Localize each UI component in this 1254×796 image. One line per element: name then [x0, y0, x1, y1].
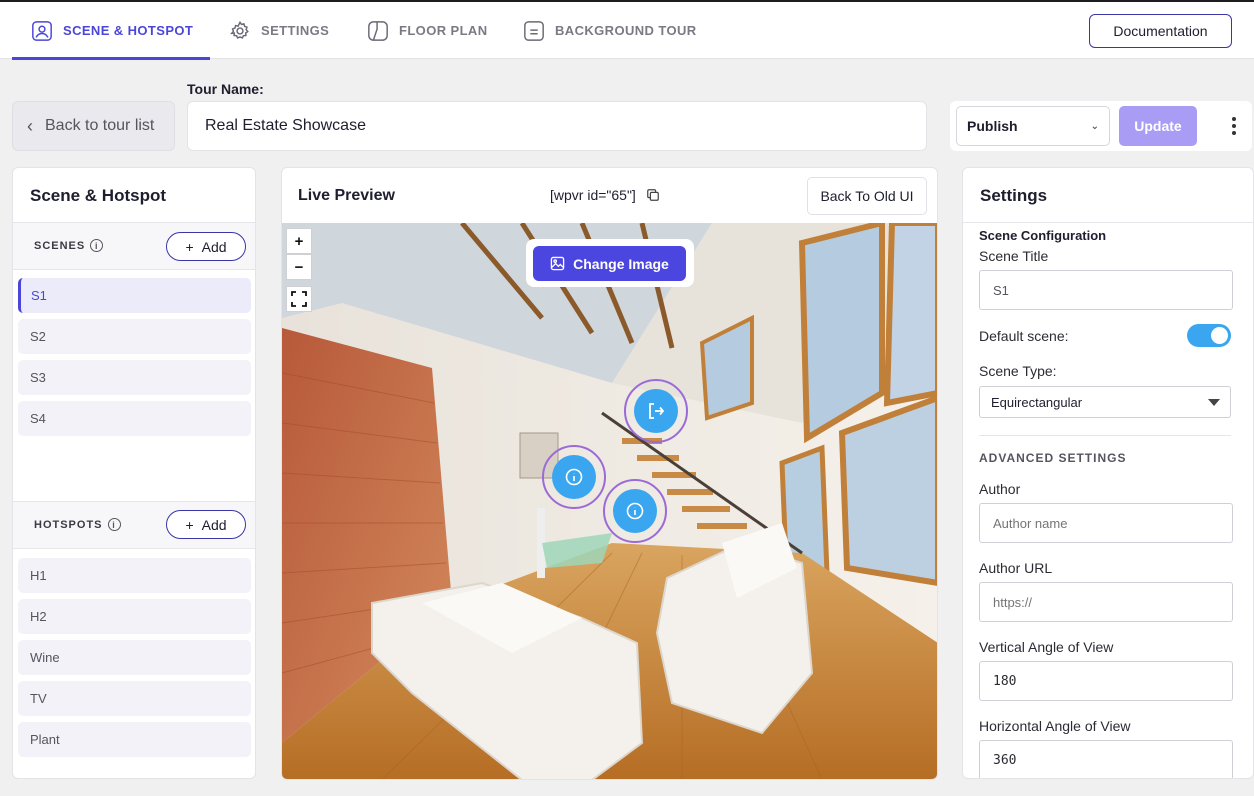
hotspot-item-plant[interactable]: Plant — [18, 722, 251, 757]
author-label: Author — [979, 481, 1021, 497]
scene-item-s1[interactable]: S1 — [18, 278, 251, 313]
more-options-icon[interactable] — [1226, 112, 1242, 140]
add-scene-button[interactable]: + Add — [166, 232, 246, 261]
advanced-settings-label: ADVANCED SETTINGS — [979, 451, 1127, 465]
chevron-left-icon: ‹ — [27, 115, 33, 136]
hotspots-label: HOTSPOTS i — [34, 518, 121, 531]
documentation-button[interactable]: Documentation — [1089, 14, 1232, 48]
divider — [963, 222, 1253, 223]
scene-type-select[interactable]: Equirectangular — [979, 386, 1231, 418]
publish-select[interactable]: Publish ⌄ — [956, 106, 1110, 146]
info-icon[interactable]: i — [107, 518, 121, 531]
tab-label: SCENE & HOTSPOT — [63, 23, 194, 38]
info-hotspot[interactable] — [542, 445, 606, 509]
tab-label: FLOOR PLAN — [399, 23, 488, 38]
change-image-button[interactable]: Change Image — [533, 246, 686, 281]
top-navigation: SCENE & HOTSPOT SETTINGS FLOOR PLAN BACK… — [0, 0, 1254, 60]
tab-label: BACKGROUND TOUR — [555, 23, 697, 38]
back-to-old-ui-button[interactable]: Back To Old UI — [807, 177, 927, 215]
divider — [13, 269, 255, 270]
scene-item-s4[interactable]: S4 — [18, 401, 251, 436]
scene-hotspot-panel: Scene & Hotspot SCENES i + Add S1 S2 S3 … — [12, 167, 256, 779]
tab-background-tour[interactable]: BACKGROUND TOUR — [523, 2, 697, 59]
scene-type-label: Scene Type: — [979, 363, 1057, 379]
info-circle-icon — [565, 468, 583, 486]
live-preview-panel: Live Preview [wpvr id="65"] Back To Old … — [281, 167, 938, 780]
chevron-down-icon: ⌄ — [1090, 120, 1099, 132]
floor-plan-icon — [368, 20, 388, 41]
info-hotspot[interactable] — [603, 479, 667, 543]
exit-arrow-icon — [649, 403, 665, 419]
background-tour-icon — [524, 20, 544, 41]
author-url-input[interactable] — [979, 582, 1233, 622]
plus-icon: + — [185, 238, 194, 255]
fullscreen-icon — [291, 291, 307, 307]
back-to-tour-list-button[interactable]: ‹ Back to tour list — [12, 101, 175, 151]
publish-value: Publish — [967, 118, 1018, 134]
change-image-label: Change Image — [573, 255, 669, 272]
panorama-viewer[interactable]: + − Change Image — [282, 223, 937, 779]
tab-floor-plan[interactable]: FLOOR PLAN — [367, 2, 488, 59]
image-icon — [550, 256, 565, 271]
scenes-label: SCENES i — [34, 239, 104, 252]
settings-title: Settings — [980, 186, 1048, 205]
settings-panel: Settings Scene Configuration Scene Title… — [962, 167, 1254, 779]
plus-icon: + — [185, 516, 194, 533]
hotspots-header: HOTSPOTS i + Add — [13, 502, 255, 548]
hotspot-item-tv[interactable]: TV — [18, 681, 251, 716]
horizontal-angle-input[interactable] — [979, 740, 1233, 778]
tab-scene-hotspot[interactable]: SCENE & HOTSPOT — [12, 2, 210, 60]
scene-link-hotspot[interactable] — [624, 379, 688, 443]
vertical-angle-label: Vertical Angle of View — [979, 639, 1114, 655]
info-icon[interactable]: i — [90, 239, 104, 252]
zoom-in-button[interactable]: + — [286, 228, 312, 254]
scene-icon — [32, 20, 52, 41]
gear-icon — [229, 20, 249, 39]
horizontal-angle-label: Horizontal Angle of View — [979, 718, 1131, 734]
preview-title: Live Preview — [298, 187, 395, 204]
default-scene-toggle[interactable] — [1187, 324, 1231, 347]
divider — [979, 435, 1231, 436]
scene-config-label: Scene Configuration — [979, 228, 1107, 243]
scene-title-input[interactable] — [979, 270, 1233, 310]
hotspot-item-h2[interactable]: H2 — [18, 599, 251, 634]
scene-item-s2[interactable]: S2 — [18, 319, 251, 354]
copy-icon[interactable] — [646, 188, 660, 202]
hotspot-item-h1[interactable]: H1 — [18, 558, 251, 593]
scene-type-value: Equirectangular — [991, 394, 1083, 410]
divider — [13, 548, 255, 549]
zoom-out-button[interactable]: − — [286, 254, 312, 280]
scene-item-s3[interactable]: S3 — [18, 360, 251, 395]
add-label: Add — [201, 238, 227, 255]
add-label: Add — [201, 516, 227, 533]
vertical-angle-input[interactable] — [979, 661, 1233, 701]
fullscreen-button[interactable] — [286, 286, 312, 312]
tour-name-label: Tour Name: — [187, 81, 264, 97]
tour-name-input[interactable] — [187, 101, 927, 151]
author-url-label: Author URL — [979, 560, 1053, 576]
update-button[interactable]: Update — [1119, 106, 1197, 146]
tab-settings[interactable]: SETTINGS — [229, 2, 329, 59]
back-label: Back to tour list — [45, 117, 155, 134]
shortcode: [wpvr id="65"] — [550, 187, 660, 203]
dropdown-arrow-icon — [1208, 399, 1220, 406]
scene-title-label: Scene Title — [979, 248, 1049, 264]
hotspots-label-text: HOTSPOTS — [34, 518, 103, 531]
scenes-header: SCENES i + Add — [13, 223, 255, 269]
hotspot-item-wine[interactable]: Wine — [18, 640, 251, 675]
default-scene-label: Default scene: — [979, 328, 1069, 344]
shortcode-text: [wpvr id="65"] — [550, 187, 636, 203]
info-circle-icon — [626, 502, 644, 520]
author-input[interactable] — [979, 503, 1233, 543]
tab-label: SETTINGS — [261, 23, 330, 38]
panel-title: Scene & Hotspot — [30, 186, 167, 205]
add-hotspot-button[interactable]: + Add — [166, 510, 246, 539]
scenes-label-text: SCENES — [34, 239, 86, 252]
